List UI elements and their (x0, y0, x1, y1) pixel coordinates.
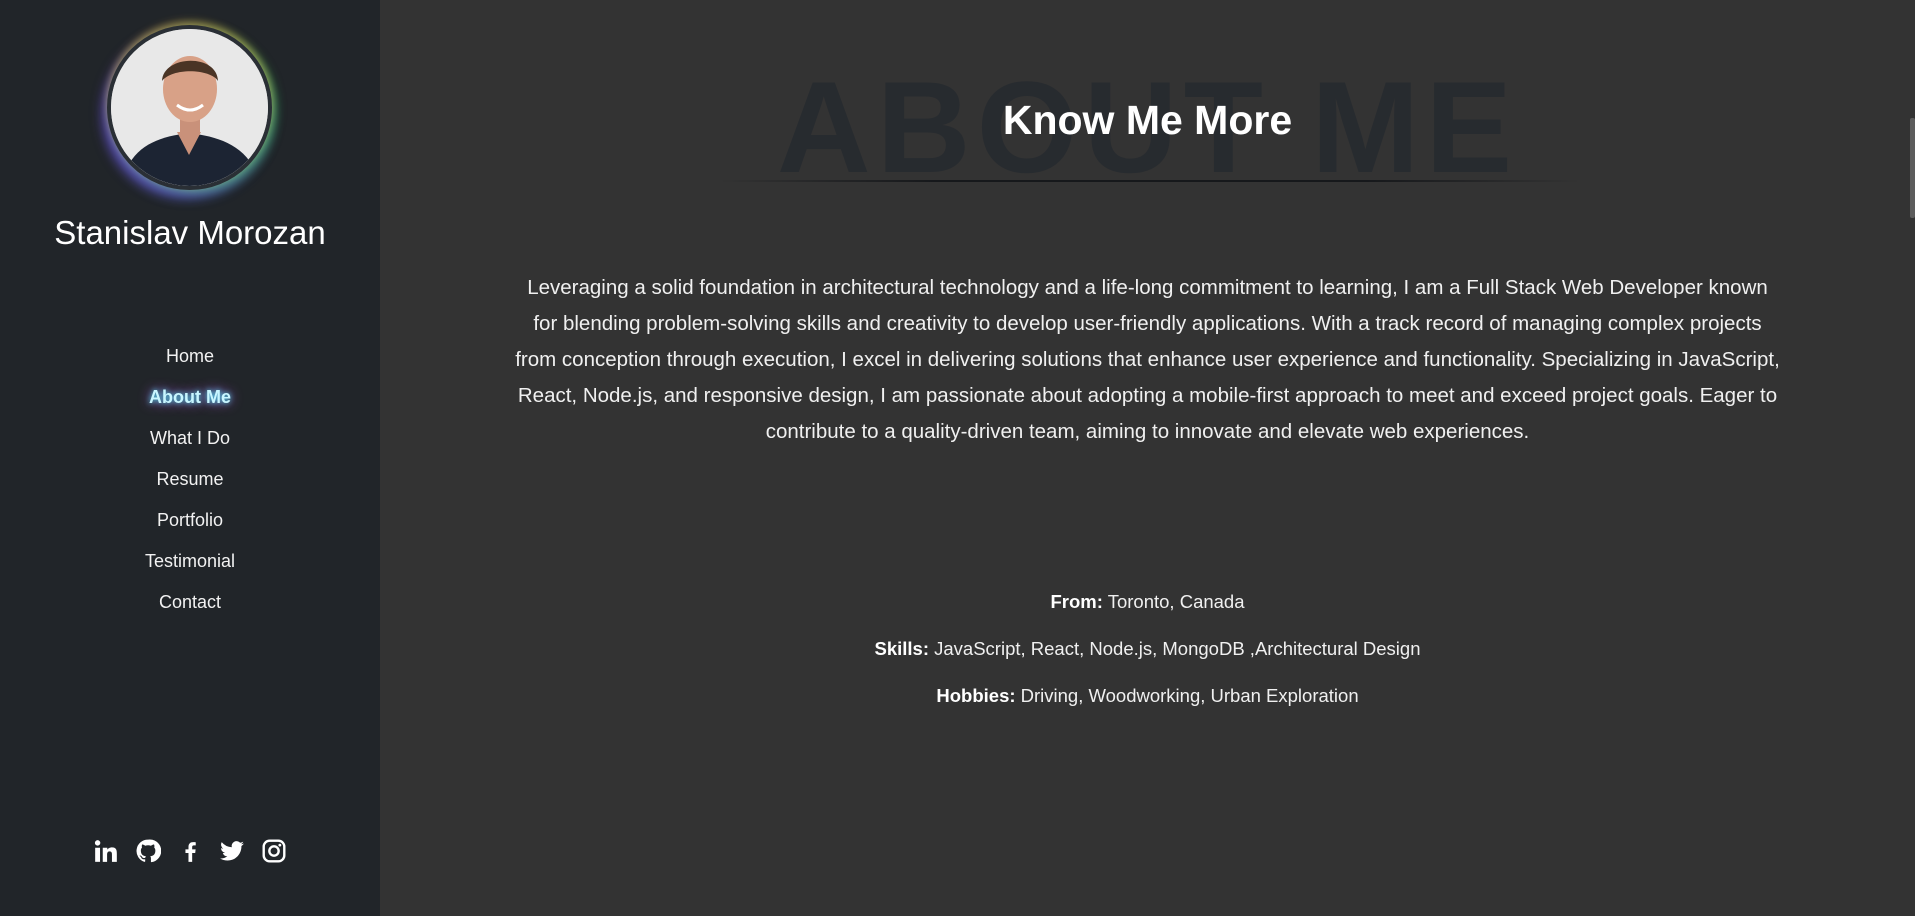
page-scrollbar[interactable] (1909, 0, 1915, 916)
instagram-icon[interactable] (261, 838, 287, 864)
facebook-icon[interactable] (177, 838, 203, 864)
nav-item-about-me[interactable]: About Me (0, 377, 380, 418)
section-title: Know Me More (1002, 97, 1293, 143)
fact-label: Skills: (874, 638, 930, 659)
owner-name: Stanislav Morozan (54, 214, 326, 251)
social-links (0, 838, 380, 864)
bio-paragraph: Leveraging a solid foundation in archite… (515, 276, 1780, 443)
fact-value: Toronto, Canada (1107, 591, 1245, 612)
fact-hobbies: Hobbies: Driving, Woodworking, Urban Exp… (380, 682, 1915, 729)
scrollbar-thumb[interactable] (1910, 118, 1915, 218)
fact-label: Hobbies: (936, 685, 1016, 706)
fact-skills: Skills: JavaScript, React, Node.js, Mong… (380, 635, 1915, 682)
nav-item-resume[interactable]: Resume (0, 459, 380, 500)
nav-item-portfolio[interactable]: Portfolio (0, 500, 380, 541)
nav-item-what-i-do[interactable]: What I Do (0, 418, 380, 459)
fact-value: Driving, Woodworking, Urban Exploration (1020, 685, 1359, 706)
nav-item-testimonial[interactable]: Testimonial (0, 541, 380, 582)
profile-photo (111, 29, 268, 186)
sidebar: Stanislav Morozan Home About Me What I D… (0, 0, 380, 916)
avatar (107, 25, 272, 190)
linkedin-icon[interactable] (93, 838, 119, 864)
fact-label: From: (1050, 591, 1103, 612)
sidebar-nav: Home About Me What I Do Resume Portfolio… (0, 336, 380, 623)
about-section: ABOUT ME Know Me More Leveraging a solid… (380, 0, 1915, 916)
twitter-icon[interactable] (219, 838, 245, 864)
fact-from: From: Toronto, Canada (380, 588, 1915, 635)
title-divider (720, 180, 1580, 182)
personal-facts: From: Toronto, Canada Skills: JavaScript… (380, 588, 1915, 729)
nav-item-contact[interactable]: Contact (0, 582, 380, 623)
nav-item-home[interactable]: Home (0, 336, 380, 377)
github-icon[interactable] (135, 838, 161, 864)
fact-value: JavaScript, React, Node.js, MongoDB ,Arc… (934, 638, 1421, 659)
